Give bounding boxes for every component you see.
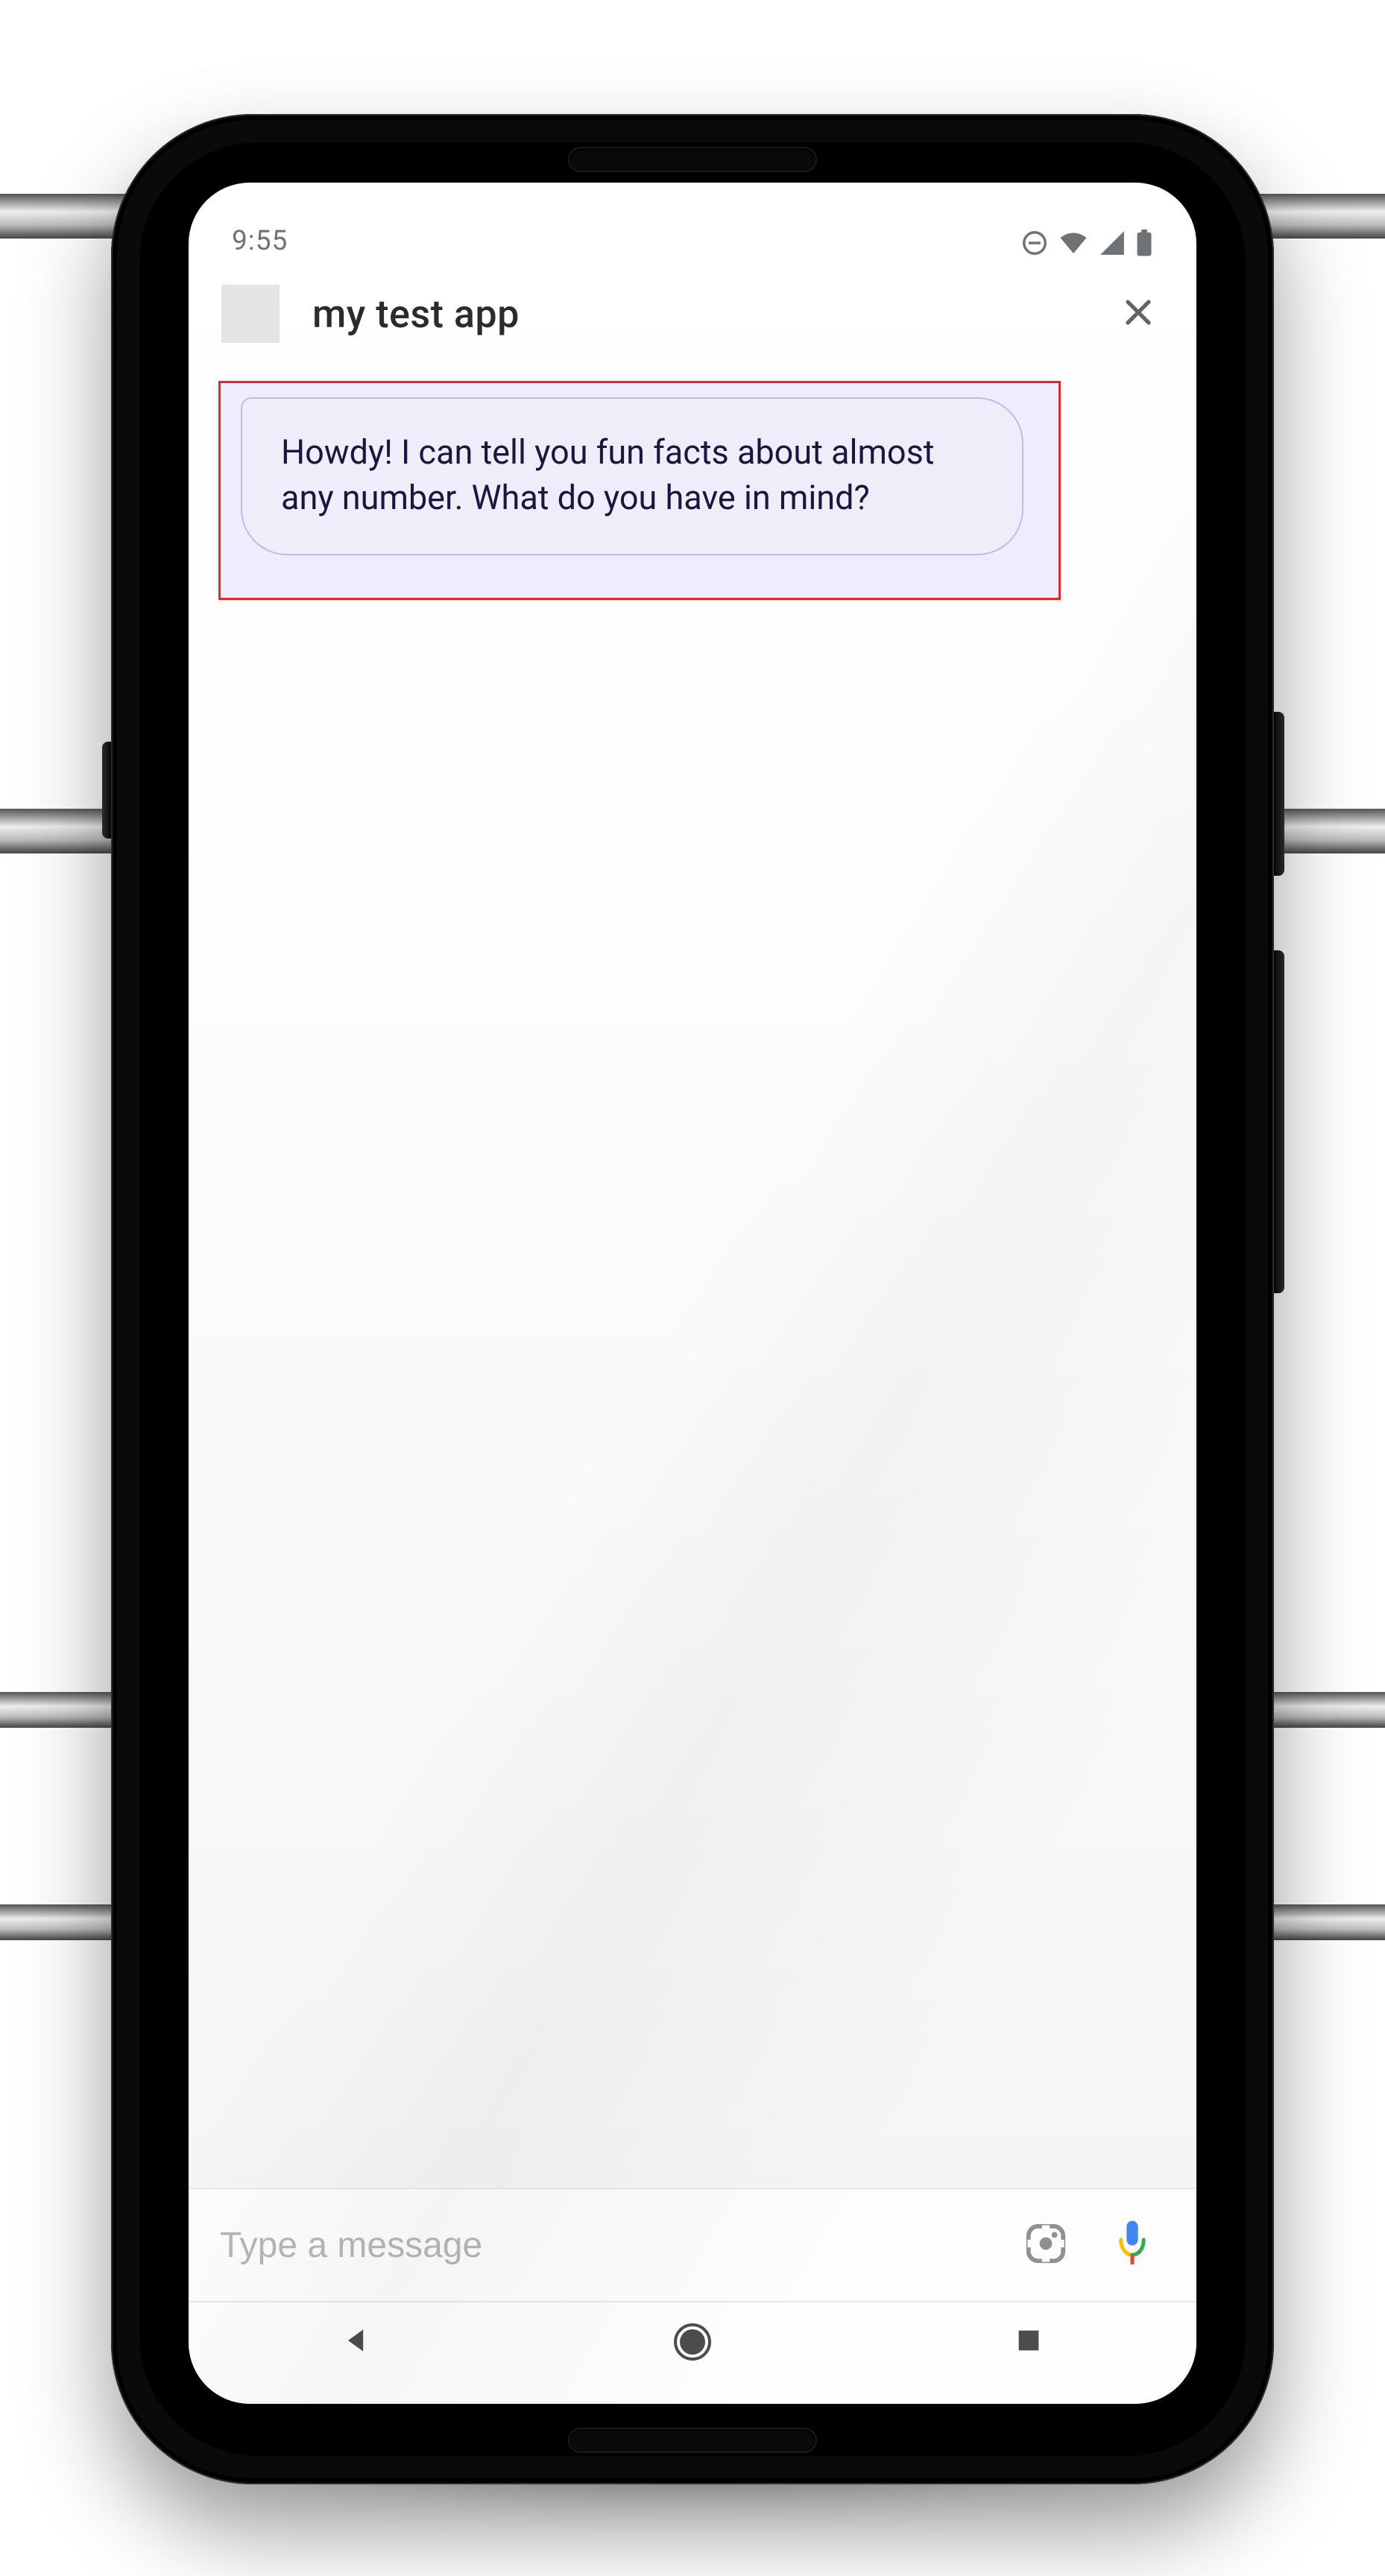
- nav-home-button[interactable]: [640, 2312, 745, 2372]
- system-nav-bar: [189, 2302, 1196, 2404]
- mic-icon: [1112, 2219, 1152, 2271]
- bot-message-text: Howdy! I can tell you fun facts about al…: [281, 432, 935, 517]
- home-icon: [674, 2323, 711, 2361]
- phone-bezel: 9:55: [139, 142, 1246, 2456]
- phone-volume-button: [1274, 950, 1284, 1293]
- status-bar: 9:55: [189, 183, 1196, 266]
- chat-header: my test app: [189, 266, 1196, 362]
- cell-signal-icon: [1098, 229, 1126, 257]
- conversation-area[interactable]: Howdy! I can tell you fun facts about al…: [189, 362, 1196, 2188]
- status-icons: [1020, 229, 1153, 257]
- device-mockup-stage: 9:55: [0, 0, 1385, 2576]
- close-button[interactable]: [1116, 291, 1161, 336]
- phone-power-button: [1274, 712, 1284, 876]
- phone-speaker-bottom: [570, 2429, 815, 2452]
- back-icon: [340, 2324, 373, 2360]
- status-time: 9:55: [232, 225, 1020, 257]
- battery-icon: [1135, 229, 1153, 257]
- phone-screen: 9:55: [189, 183, 1196, 2404]
- phone-speaker-top: [570, 148, 815, 171]
- input-bar: [189, 2188, 1196, 2302]
- app-title: my test app: [312, 291, 1083, 337]
- nav-recents-button[interactable]: [977, 2312, 1081, 2372]
- mic-button[interactable]: [1104, 2217, 1161, 2273]
- bot-message-bubble: Howdy! I can tell you fun facts about al…: [241, 397, 1023, 555]
- do-not-disturb-icon: [1020, 229, 1049, 257]
- message-input[interactable]: [220, 2225, 988, 2266]
- wifi-icon: [1058, 229, 1089, 257]
- phone-side-button: [102, 742, 111, 839]
- phone-frame: 9:55: [111, 114, 1274, 2484]
- close-icon: [1120, 294, 1156, 333]
- lens-icon: [1023, 2220, 1069, 2270]
- nav-back-button[interactable]: [304, 2312, 408, 2372]
- recents-icon: [1014, 2326, 1044, 2358]
- lens-button[interactable]: [1018, 2217, 1074, 2273]
- app-avatar: [221, 285, 280, 343]
